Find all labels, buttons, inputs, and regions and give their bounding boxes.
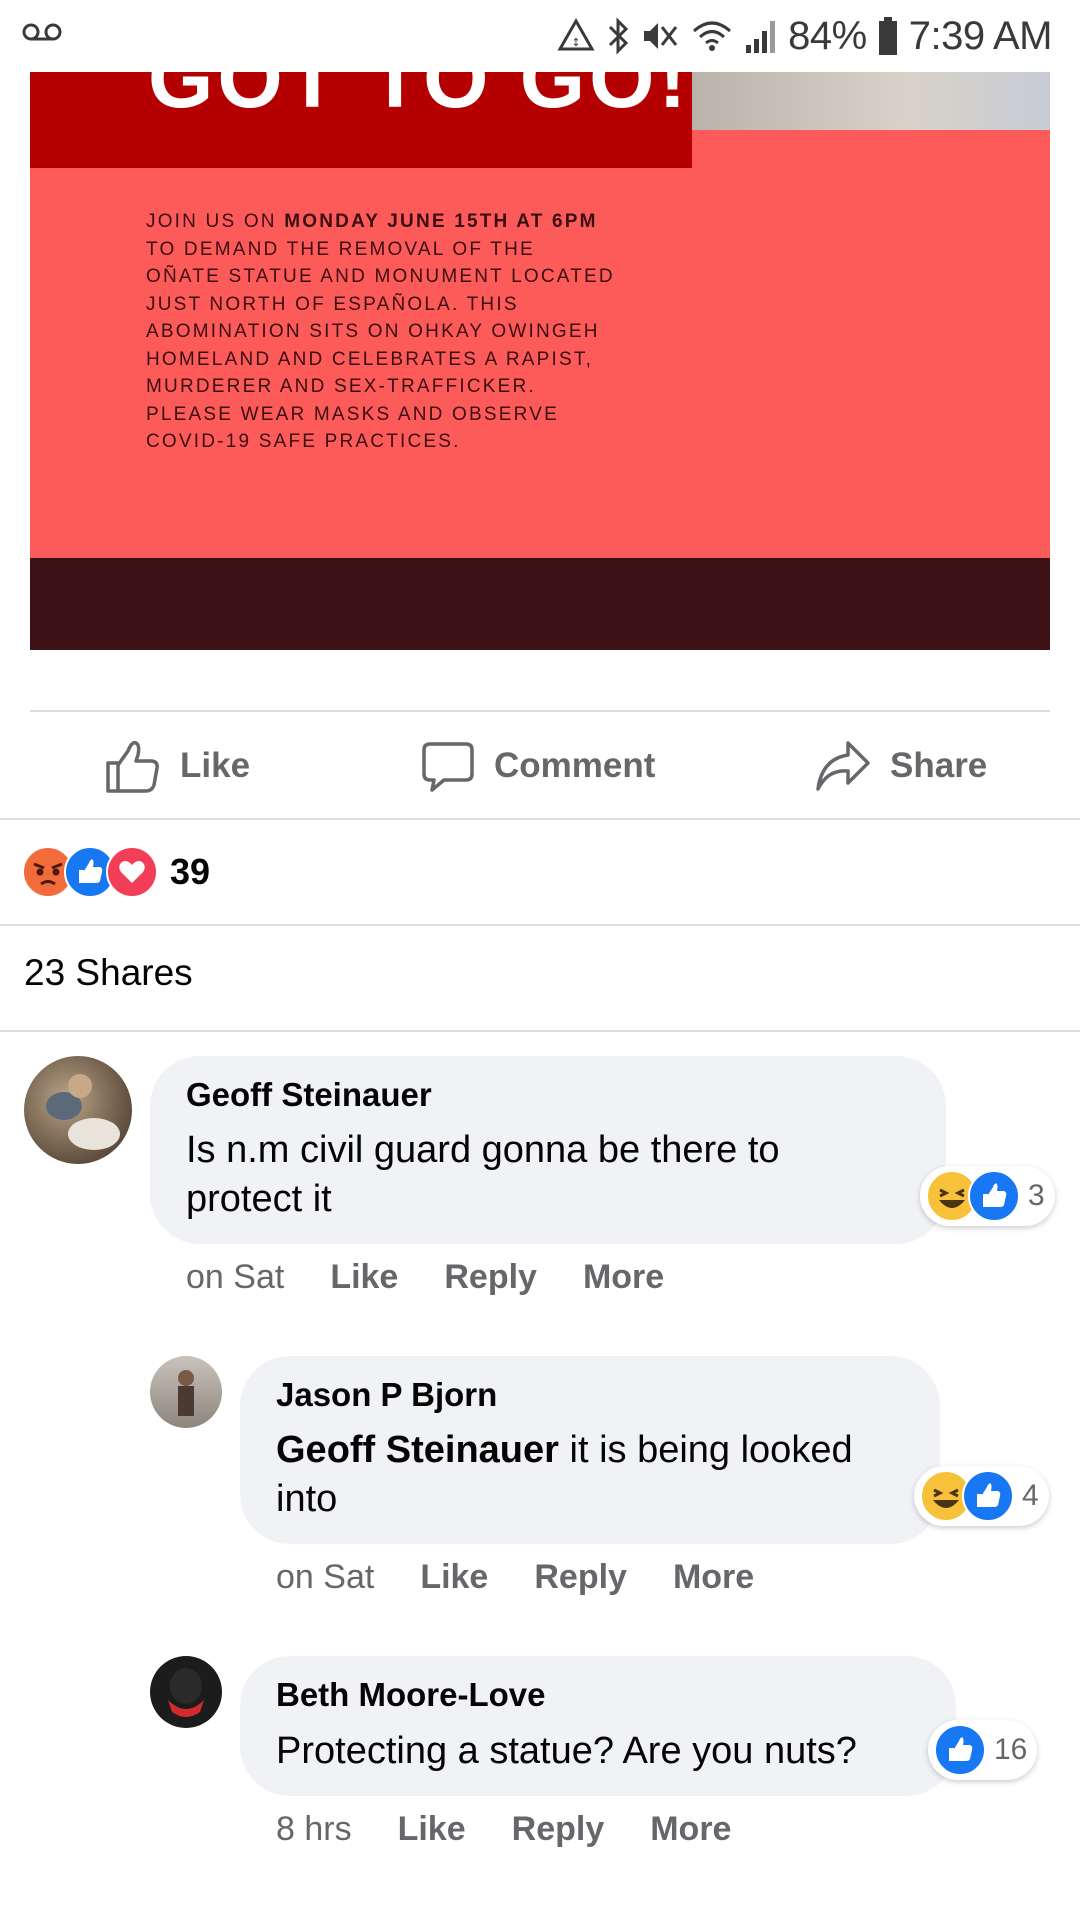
image-title-block: GOT TO GO! [30, 72, 692, 168]
reactions-summary[interactable]: 39 [22, 846, 210, 898]
comment-meta: on Sat Like Reply More [276, 1558, 800, 1597]
svg-text:↕: ↕ [572, 36, 581, 49]
share-button[interactable]: Share [814, 714, 987, 818]
divider [30, 710, 1050, 712]
image-photo-strip [692, 72, 1050, 130]
comment-more-link[interactable]: More [673, 1558, 754, 1596]
post-action-bar: Like Comment Share [0, 714, 1080, 818]
comment-text: Protecting a statue? Are you nuts? [276, 1730, 857, 1772]
comment-button[interactable]: Comment [420, 714, 655, 818]
comment-meta: 8 hrs Like Reply More [276, 1810, 777, 1849]
divider [0, 818, 1080, 820]
avatar[interactable] [150, 1356, 222, 1428]
comment-more-link[interactable]: More [650, 1810, 731, 1848]
like-reaction-icon [962, 1470, 1014, 1522]
like-label: Like [180, 746, 251, 785]
comment-reply-link[interactable]: Reply [534, 1558, 627, 1596]
image-body-text: JOIN US ON MONDAY JUNE 15TH AT 6PM TO DE… [146, 208, 616, 456]
comment-reaction-count: 3 [1028, 1179, 1045, 1212]
comment-time[interactable]: 8 hrs [276, 1810, 352, 1848]
comment-like-link[interactable]: Like [330, 1258, 398, 1296]
wifi-icon [690, 17, 734, 55]
like-reaction-icon [968, 1170, 1020, 1222]
like-button[interactable]: Like [104, 714, 250, 818]
signal-icon [744, 17, 778, 55]
comment-reactions[interactable]: 4 [914, 1466, 1049, 1526]
comment-time[interactable]: on Sat [186, 1258, 284, 1296]
comment-author[interactable]: Geoff Steinauer [186, 1076, 432, 1114]
comment-mention[interactable]: Geoff Steinauer [276, 1429, 559, 1471]
love-reaction-icon [106, 846, 158, 898]
image-body-part: TO DEMAND THE REMOVAL OF THE OÑATE STATU… [146, 238, 615, 453]
battery-percent: 84% [788, 13, 867, 58]
image-body-part: JOIN US ON [146, 211, 285, 232]
mute-icon [640, 17, 680, 55]
comment-reactions[interactable]: 16 [928, 1720, 1038, 1780]
comment-like-link[interactable]: Like [398, 1810, 466, 1848]
comment-meta: on Sat Like Reply More [186, 1258, 710, 1297]
image-footer-band [30, 558, 1050, 650]
divider [0, 1030, 1080, 1032]
comment-like-link[interactable]: Like [420, 1558, 488, 1596]
comment-reply-link[interactable]: Reply [444, 1258, 537, 1296]
thumbs-up-icon [106, 740, 159, 793]
data-saver-icon: ↕ [556, 17, 596, 55]
image-title: GOT TO GO! [148, 72, 691, 125]
status-bar: ↕ 84% 7:39 AM [0, 0, 1080, 72]
comment-reaction-count: 16 [994, 1733, 1028, 1766]
shares-count[interactable]: 23 Shares [24, 952, 193, 994]
comment-icon [422, 742, 474, 792]
reaction-count: 39 [170, 851, 211, 892]
comment-reactions[interactable]: 3 [920, 1166, 1055, 1226]
divider [0, 924, 1080, 926]
comment-label: Comment [494, 746, 656, 785]
avatar[interactable] [24, 1056, 132, 1164]
comment-text: Geoff Steinauer it is being looked into [276, 1426, 916, 1524]
comment-text: Is n.m civil guard gonna be there to pro… [186, 1129, 780, 1220]
bluetooth-icon [606, 17, 630, 55]
battery-icon [877, 16, 899, 56]
comment-reply-link[interactable]: Reply [512, 1810, 605, 1848]
share-icon [816, 741, 870, 791]
avatar[interactable] [150, 1656, 222, 1728]
comment-author[interactable]: Jason P Bjorn [276, 1376, 497, 1414]
like-reaction-icon [934, 1724, 986, 1776]
comment-author[interactable]: Beth Moore-Love [276, 1676, 546, 1714]
comment-time[interactable]: on Sat [276, 1558, 374, 1596]
voicemail-icon [22, 20, 62, 49]
comment-more-link[interactable]: More [583, 1258, 664, 1296]
image-body-part-bold: MONDAY JUNE 15TH AT 6PM [284, 211, 598, 232]
share-label: Share [890, 746, 988, 785]
clock: 7:39 AM [908, 13, 1053, 58]
post-image[interactable]: GOT TO GO! JOIN US ON MONDAY JUNE 15TH A… [30, 72, 1050, 650]
comment-reaction-count: 4 [1022, 1479, 1039, 1512]
